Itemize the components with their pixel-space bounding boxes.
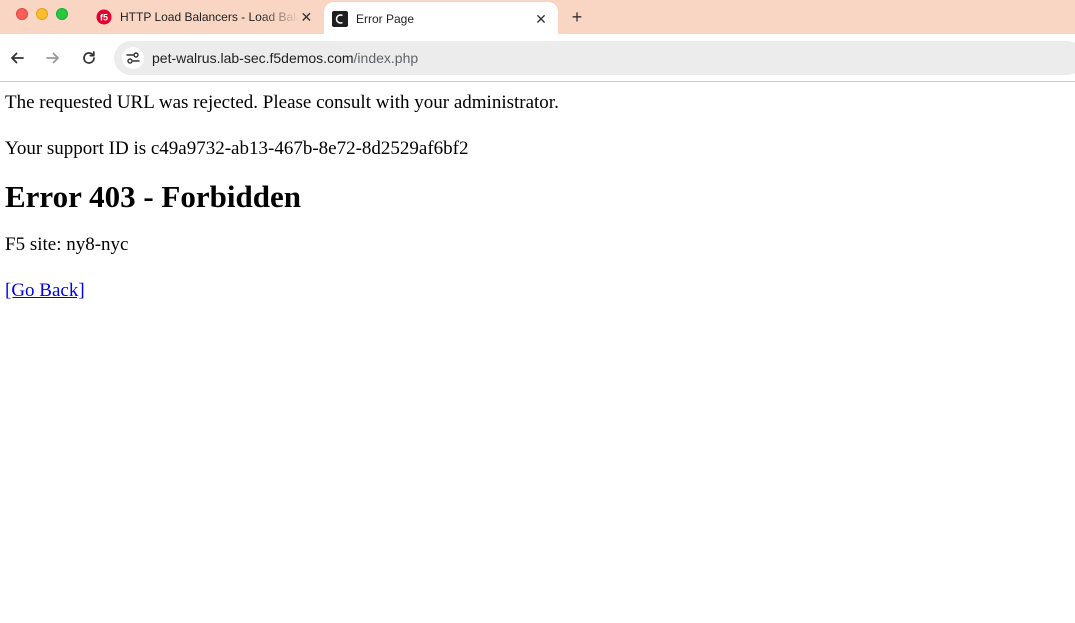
rejected-message: The requested URL was rejected. Please c… — [5, 92, 559, 113]
reload-icon — [83, 51, 95, 64]
reload-button[interactable] — [77, 46, 101, 70]
page-content: The requested URL was rejected. Please c… — [0, 82, 1075, 623]
support-id-line: Your support ID is c49a9732-ab13-467b-8e… — [5, 138, 469, 159]
back-button[interactable] — [5, 46, 29, 70]
url-path: /index.php — [353, 50, 419, 66]
browser-toolbar: pet-walrus.lab-sec.f5demos.com/index.php — [0, 34, 1075, 82]
tune-icon — [126, 52, 140, 64]
close-window-button[interactable] — [16, 8, 28, 20]
site-line: F5 site: ny8-nyc — [5, 234, 129, 255]
close-tab-icon[interactable]: ✕ — [532, 10, 550, 28]
tab-strip: f5 HTTP Load Balancers - Load Balancers … — [0, 0, 1075, 36]
error-heading: Error 403 - Forbidden — [5, 179, 301, 214]
minimize-window-button[interactable] — [36, 8, 48, 20]
go-back-link[interactable]: [Go Back] — [5, 280, 85, 301]
f5-logo-icon: f5 — [96, 9, 112, 25]
tab-http-load-balancers[interactable]: f5 HTTP Load Balancers - Load Balancers … — [88, 0, 322, 34]
page-c-icon — [332, 11, 348, 27]
site-info-button[interactable] — [122, 47, 144, 69]
tab-error-page[interactable]: Error Page ✕ — [324, 2, 558, 36]
arrow-left-icon — [11, 52, 24, 64]
new-tab-button[interactable]: + — [566, 6, 588, 28]
svg-text:f5: f5 — [100, 13, 108, 23]
address-bar[interactable]: pet-walrus.lab-sec.f5demos.com/index.php — [114, 41, 1075, 75]
url-host: pet-walrus.lab-sec.f5demos.com — [152, 50, 354, 66]
arrow-right-icon — [46, 52, 59, 64]
forward-button[interactable] — [41, 46, 65, 70]
maximize-window-button[interactable] — [56, 8, 68, 20]
tab-title: Error Page — [356, 12, 415, 26]
url-text[interactable]: pet-walrus.lab-sec.f5demos.com/index.php — [152, 50, 418, 66]
close-tab-icon[interactable]: ✕ — [299, 8, 314, 26]
tab-title: HTTP Load Balancers - Load Balancers — [120, 10, 299, 24]
